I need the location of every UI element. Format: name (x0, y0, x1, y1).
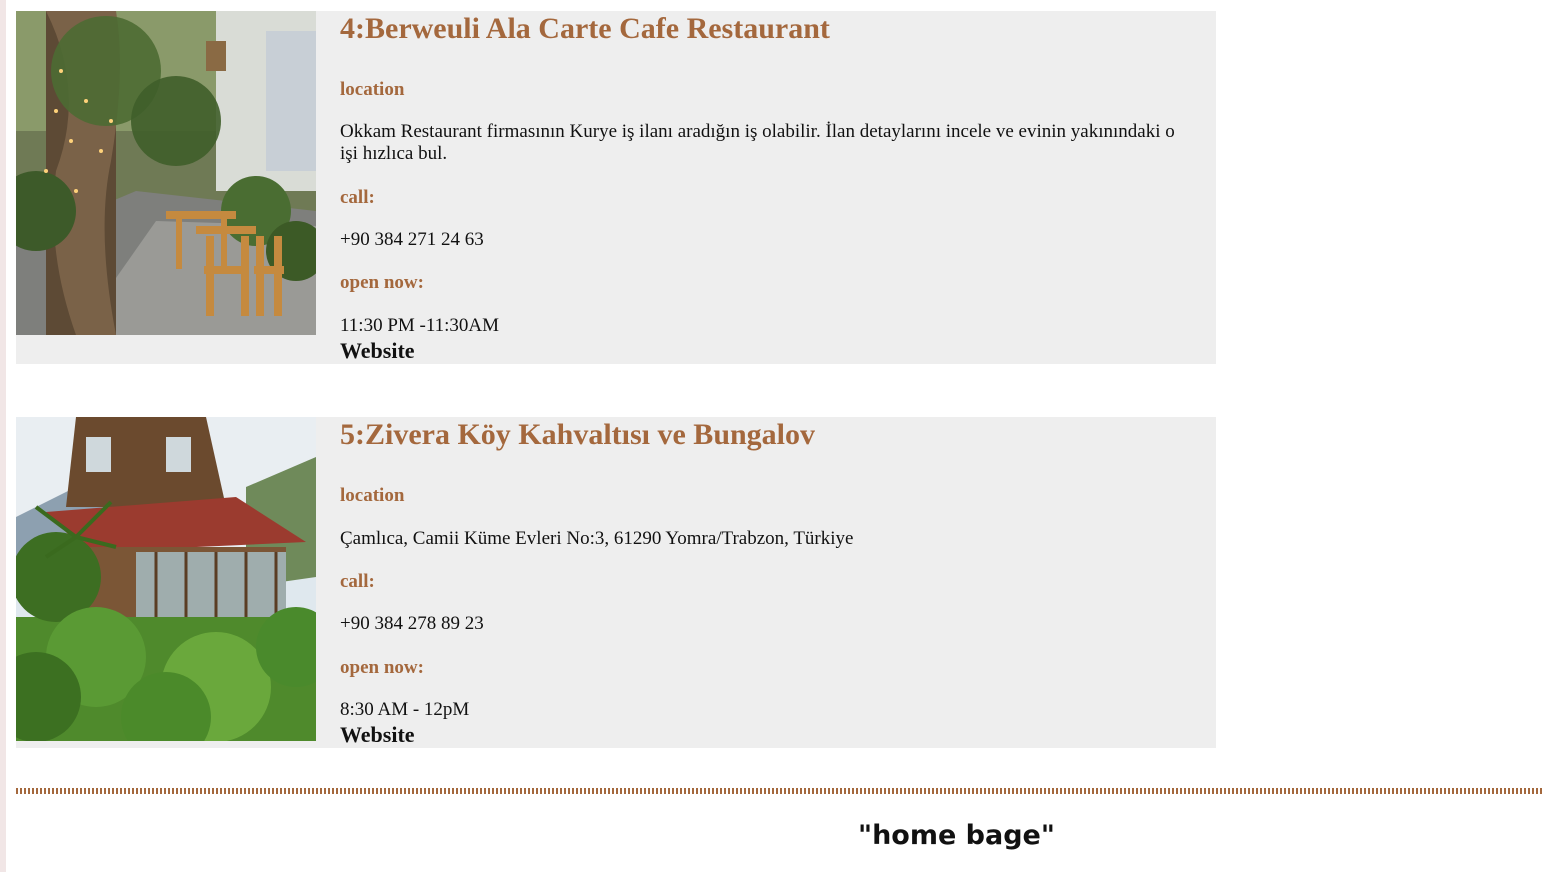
cafe-garden-image (16, 11, 316, 335)
open-now-label: open now: (340, 272, 424, 293)
phone-number: +90 384 278 89 23 (340, 613, 484, 634)
bungalow-image (16, 417, 316, 741)
call-label: call: (340, 571, 375, 592)
phone-number: +90 384 271 24 63 (340, 229, 484, 250)
location-text: Okkam Restaurant firmasının Kurye iş ila… (340, 121, 1175, 164)
website-link[interactable]: Website (340, 338, 415, 364)
restaurant-title: 4:Berweuli Ala Carte Cafe Restaurant (340, 12, 830, 45)
page-left-edge (0, 0, 6, 872)
dotted-divider (16, 788, 1542, 794)
location-label: location (340, 79, 405, 100)
restaurant-card: 5:Zivera Köy Kahvaltısı ve Bungalov loca… (16, 417, 1216, 748)
restaurant-photo-cafe-garden (16, 11, 316, 335)
restaurant-photo-bungalow (16, 417, 316, 741)
location-text: Çamlıca, Camii Küme Evleri No:3, 61290 Y… (340, 528, 854, 549)
website-link[interactable]: Website (340, 722, 415, 748)
call-label: call: (340, 187, 375, 208)
restaurant-card: 4:Berweuli Ala Carte Cafe Restaurant loc… (16, 11, 1216, 364)
open-now-label: open now: (340, 657, 424, 678)
location-label: location (340, 485, 405, 506)
restaurant-title: 5:Zivera Köy Kahvaltısı ve Bungalov (340, 418, 816, 451)
opening-hours: 8:30 AM - 12pM (340, 699, 470, 720)
home-page-link[interactable]: "home bage" (858, 820, 1055, 851)
opening-hours: 11:30 PM -11:30AM (340, 315, 500, 336)
